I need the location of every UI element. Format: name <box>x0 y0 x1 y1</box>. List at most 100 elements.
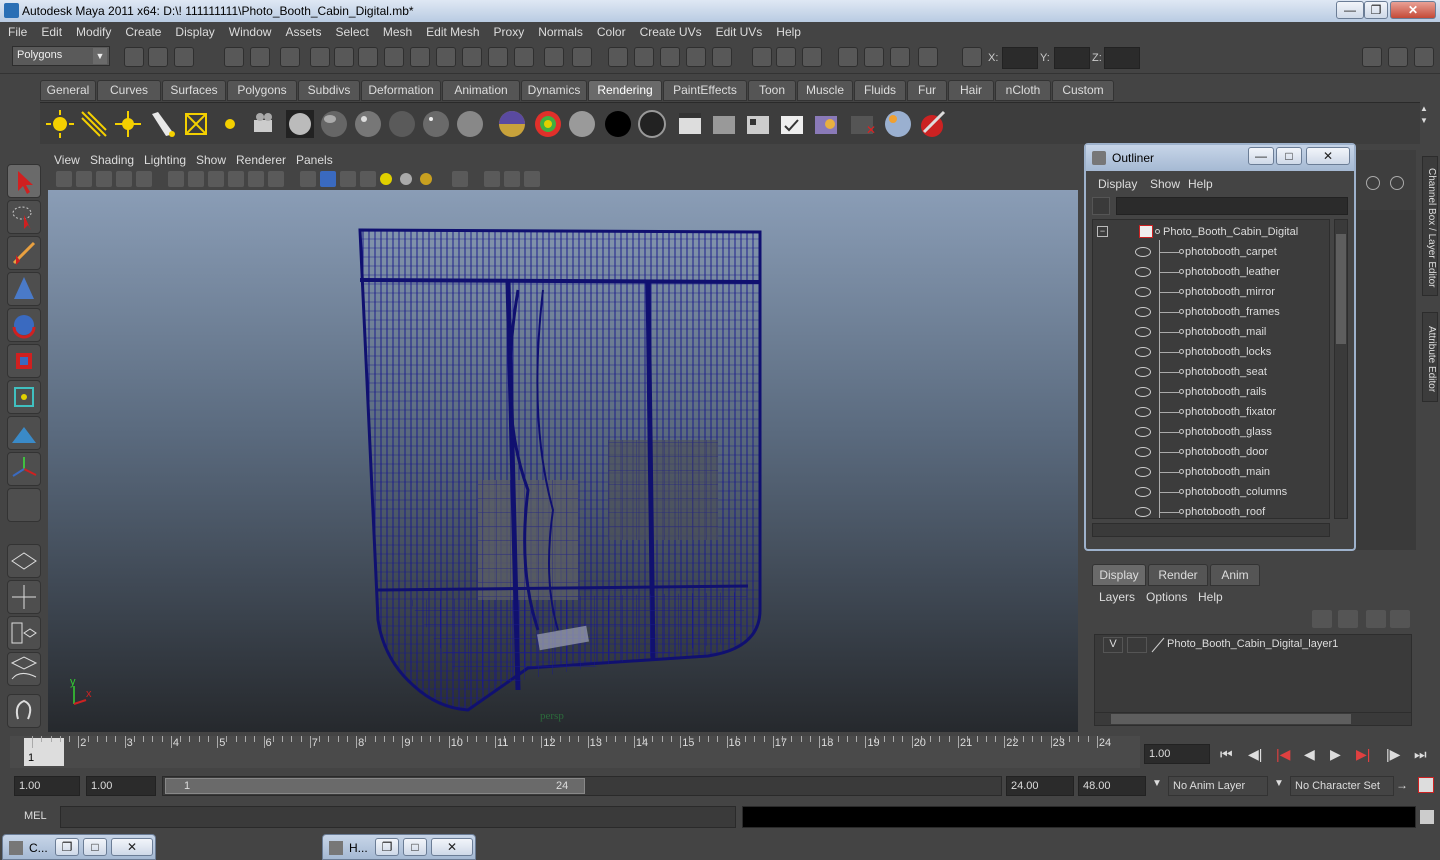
layer-display-type-toggle[interactable] <box>1127 637 1147 653</box>
collapse-icon[interactable]: − <box>1097 226 1108 237</box>
move-layer-up-icon[interactable] <box>1312 610 1332 628</box>
menu-display[interactable]: Display <box>167 22 220 39</box>
select-surfaces-icon[interactable] <box>410 47 430 67</box>
construction-history-icon[interactable] <box>802 47 822 67</box>
scale-tool-icon[interactable] <box>7 344 41 378</box>
script-editor-icon[interactable] <box>1420 810 1434 824</box>
menu-proxy[interactable]: Proxy <box>486 22 531 39</box>
render-clapper-icon[interactable] <box>674 108 706 140</box>
batch-render-icon[interactable] <box>742 108 774 140</box>
minimized-window-2[interactable]: H... ❐ □ ✕ <box>322 834 476 860</box>
open-scene-icon[interactable] <box>148 47 168 67</box>
outliner-item[interactable]: photobooth_mirror <box>1093 282 1329 302</box>
resolution-gate-icon[interactable] <box>208 171 224 187</box>
ramp-shader-icon[interactable] <box>496 108 528 140</box>
layer-menu-layers[interactable]: Layers <box>1099 590 1135 604</box>
layer-row[interactable]: V Photo_Booth_Cabin_Digital_layer1 <box>1099 637 1399 655</box>
menu-normals[interactable]: Normals <box>530 22 589 39</box>
outliner-filter-input[interactable] <box>1116 197 1348 215</box>
select-misc-icon[interactable] <box>514 47 534 67</box>
ipr-shelf-icon[interactable] <box>882 108 914 140</box>
film-gate-icon[interactable] <box>188 171 204 187</box>
gate-mask-icon[interactable] <box>228 171 244 187</box>
z-field[interactable] <box>1104 47 1140 69</box>
chevron-down-icon[interactable]: ▼ <box>1152 778 1162 789</box>
x-ray-joints-icon[interactable] <box>504 171 520 187</box>
start-time-field[interactable]: 1.00 <box>14 776 80 796</box>
chevron-up-icon[interactable]: ▲ <box>1416 104 1432 116</box>
outliner-item[interactable]: photobooth_locks <box>1093 342 1329 362</box>
panel-menu-shading[interactable]: Shading <box>90 153 134 167</box>
restore-button[interactable]: ❐ <box>1364 1 1388 19</box>
wireframe-on-shaded-icon[interactable] <box>340 171 356 187</box>
tab-painteffects[interactable]: PaintEffects <box>663 80 747 101</box>
select-dynamics-icon[interactable] <box>462 47 482 67</box>
output-ops-icon[interactable] <box>776 47 796 67</box>
select-curves-icon[interactable] <box>384 47 404 67</box>
rotate-tool-icon[interactable] <box>7 308 41 342</box>
grid-toggle-icon[interactable] <box>168 171 184 187</box>
blinn-material-icon[interactable] <box>284 108 316 140</box>
panel-menu-lighting[interactable]: Lighting <box>144 153 186 167</box>
outliner-item[interactable]: photobooth_fixator <box>1093 402 1329 422</box>
smooth-shade-icon[interactable] <box>320 171 336 187</box>
scroll-thumb[interactable] <box>1336 234 1346 344</box>
mask-dropdown-icon[interactable] <box>310 47 330 67</box>
select-by-object-icon[interactable] <box>250 47 270 67</box>
use-all-lights-icon[interactable] <box>380 173 392 185</box>
select-by-component-icon[interactable] <box>280 47 300 67</box>
transform-mode-icon[interactable] <box>962 47 982 67</box>
outliner-close-button[interactable]: ✕ <box>1306 147 1350 165</box>
save-scene-icon[interactable] <box>174 47 194 67</box>
step-back-key-icon[interactable]: |◀ <box>1276 746 1290 763</box>
show-attribute-editor-icon[interactable] <box>1362 47 1382 67</box>
menu-mesh[interactable]: Mesh <box>375 22 418 39</box>
render-region-icon[interactable] <box>708 108 740 140</box>
playback-end-field[interactable]: 24.00 <box>1006 776 1074 796</box>
select-deformations-icon[interactable] <box>436 47 456 67</box>
outliner-menu-display[interactable]: Display <box>1098 177 1137 191</box>
outliner-menu-help[interactable]: Help <box>1188 177 1213 191</box>
tab-polygons[interactable]: Polygons <box>227 80 297 101</box>
tab-deformation[interactable]: Deformation <box>361 80 441 101</box>
show-tool-settings-icon[interactable] <box>1388 47 1408 67</box>
close-button[interactable]: ✕ <box>431 838 473 856</box>
layer-tab-anim[interactable]: Anim <box>1210 564 1260 586</box>
step-back-icon[interactable]: ◀| <box>1248 746 1262 763</box>
menu-assets[interactable]: Assets <box>277 22 327 39</box>
input-ops-icon[interactable] <box>752 47 772 67</box>
highlight-selection-icon[interactable] <box>572 47 592 67</box>
range-slider[interactable]: 1 24 <box>162 776 1002 796</box>
show-manipulator-icon[interactable] <box>7 452 41 486</box>
tab-rendering[interactable]: Rendering <box>588 80 662 101</box>
render-view-icon[interactable] <box>838 47 858 67</box>
tab-subdivs[interactable]: Subdivs <box>298 80 360 101</box>
move-layer-down-icon[interactable] <box>1338 610 1358 628</box>
outliner-item[interactable]: photobooth_carpet <box>1093 242 1329 262</box>
chevron-down-icon[interactable]: ▼ <box>1416 116 1432 128</box>
tab-surfaces[interactable]: Surfaces <box>162 80 226 101</box>
phonge-material-icon[interactable] <box>386 108 418 140</box>
tab-curves[interactable]: Curves <box>97 80 161 101</box>
command-language-label[interactable]: MEL <box>24 810 47 822</box>
layer-tab-render[interactable]: Render <box>1148 564 1208 586</box>
make-live-icon[interactable] <box>712 47 732 67</box>
outliner-layout-icon[interactable] <box>7 616 41 650</box>
outliner-list[interactable]: − Photo_Booth_Cabin_Digital photobooth_c… <box>1092 219 1330 519</box>
panel-menu-show[interactable]: Show <box>196 153 226 167</box>
area-light-icon[interactable] <box>180 108 212 140</box>
safe-title-icon[interactable] <box>268 171 284 187</box>
high-quality-render-icon[interactable] <box>420 173 432 185</box>
layer-menu-options[interactable]: Options <box>1146 590 1187 604</box>
menu-window[interactable]: Window <box>221 22 278 39</box>
tab-channel-box[interactable]: Channel Box / Layer Editor <box>1422 156 1438 296</box>
soft-modification-icon[interactable] <box>7 416 41 450</box>
play-forwards-icon[interactable]: ▶ <box>1330 746 1341 763</box>
channel-box-icon-2[interactable] <box>1390 176 1404 190</box>
restore-button[interactable]: ❐ <box>55 838 79 856</box>
select-rendering-icon[interactable] <box>488 47 508 67</box>
tab-fur[interactable]: Fur <box>907 80 947 101</box>
outliner-item[interactable]: photobooth_columns <box>1093 482 1329 502</box>
tab-muscle[interactable]: Muscle <box>797 80 853 101</box>
camera-attributes-icon[interactable] <box>76 171 92 187</box>
